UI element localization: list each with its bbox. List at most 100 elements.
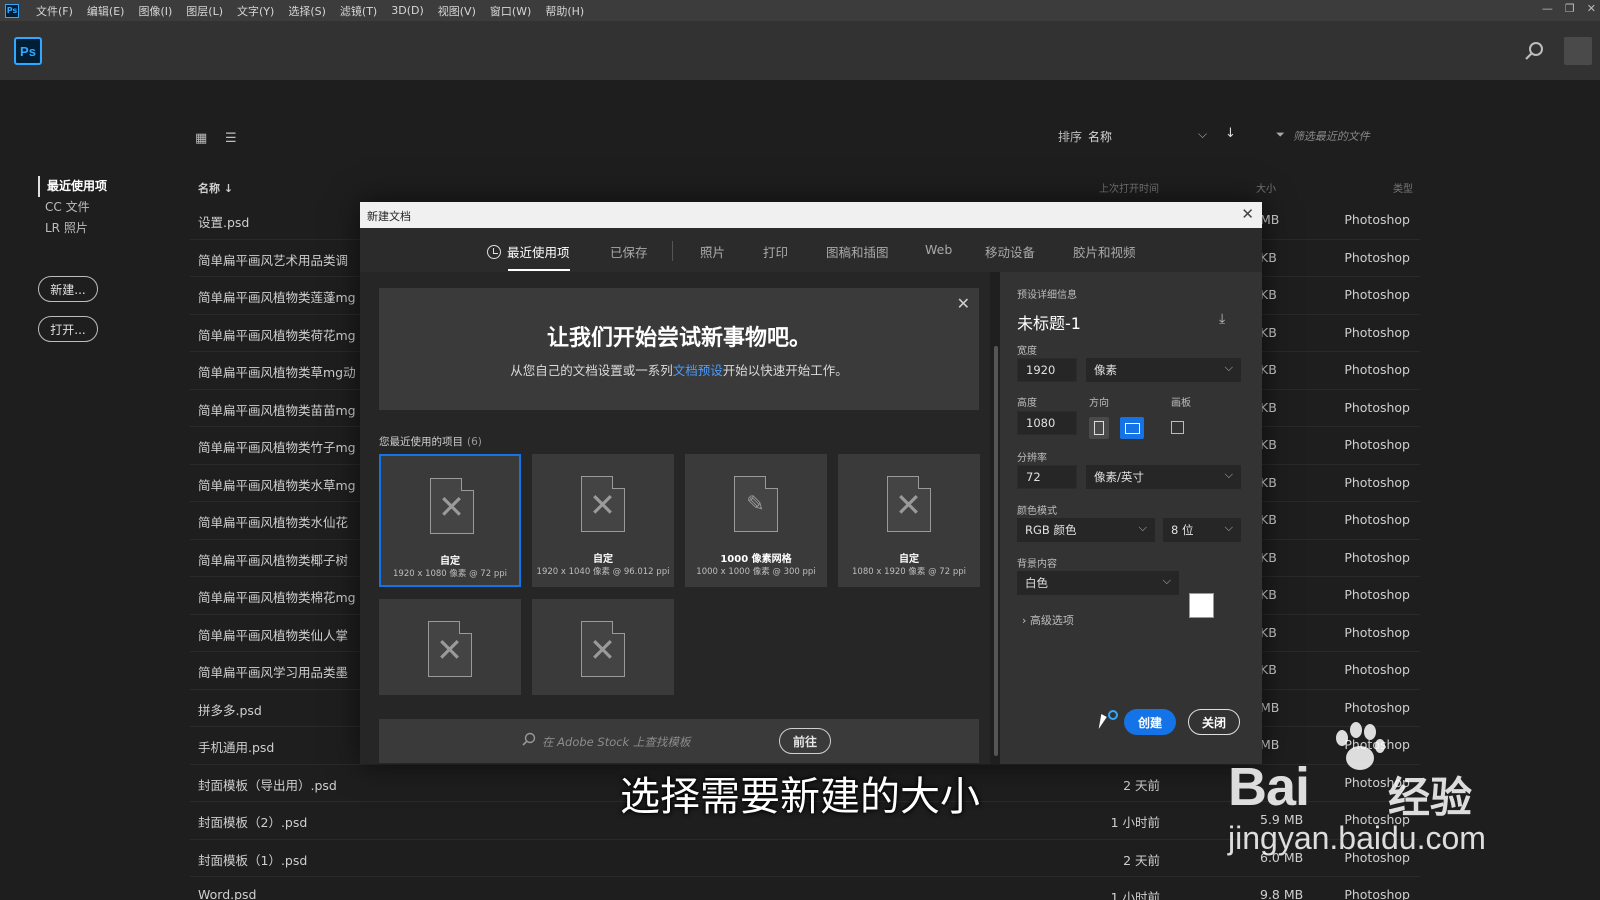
- menu-filter[interactable]: 滤镜(T): [333, 3, 384, 19]
- tab-divider: [672, 241, 673, 261]
- grid-view-icon[interactable]: ▦: [195, 131, 207, 146]
- color-mode-label: 颜色模式: [1017, 506, 1057, 517]
- chevron-down-icon: ⌵: [1224, 361, 1233, 374]
- width-label: 宽度: [1017, 346, 1037, 357]
- watermark-url: jingyan.baidu.com: [1228, 820, 1486, 856]
- clock-icon: [487, 245, 501, 259]
- tab-saved[interactable]: 已保存: [610, 242, 648, 261]
- menu-view[interactable]: 视图(V): [431, 3, 483, 19]
- sidebar-item-cc-files[interactable]: CC 文件: [38, 197, 107, 218]
- tab-mobile[interactable]: 移动设备: [985, 242, 1035, 261]
- advanced-options-toggle[interactable]: › 高级选项: [1022, 612, 1074, 628]
- minimize-icon[interactable]: —: [1542, 2, 1553, 15]
- column-header-type[interactable]: 类型: [1393, 180, 1413, 195]
- avatar[interactable]: [1564, 37, 1592, 65]
- create-button[interactable]: 创建: [1124, 709, 1176, 735]
- resolution-unit-select[interactable]: 像素/英寸 ⌵: [1086, 465, 1241, 489]
- filter-input[interactable]: ⏷ 筛选最近的文件: [1276, 128, 1370, 144]
- document-name[interactable]: 未标题-1: [1017, 310, 1081, 334]
- chevron-down-icon[interactable]: ⌵: [1198, 127, 1207, 142]
- sort-direction-icon[interactable]: ↓: [1225, 126, 1236, 141]
- menu-layer[interactable]: 图层(L): [179, 3, 230, 19]
- watermark-brand: Bai: [1228, 757, 1310, 817]
- close-icon[interactable]: ✕: [957, 294, 970, 313]
- background-select[interactable]: 白色 ⌵: [1017, 571, 1179, 595]
- list-view-icon[interactable]: ☰: [225, 131, 237, 146]
- tab-print[interactable]: 打印: [763, 242, 788, 261]
- filter-placeholder: 筛选最近的文件: [1292, 130, 1370, 143]
- background-label: 背景内容: [1017, 559, 1057, 570]
- new-button[interactable]: 新建...: [38, 276, 98, 302]
- sort-select[interactable]: 名称: [1088, 128, 1208, 145]
- background-color-swatch[interactable]: [1189, 593, 1214, 618]
- close-window-icon[interactable]: ✕: [1587, 2, 1596, 15]
- color-mode-select[interactable]: RGB 颜色 ⌵: [1017, 518, 1155, 542]
- landscape-icon: [1124, 422, 1140, 434]
- tab-art-illustration[interactable]: 图稿和插图: [826, 242, 889, 261]
- restore-icon[interactable]: ❐: [1565, 2, 1575, 15]
- preset-tile[interactable]: ✕: [532, 599, 674, 695]
- menu-edit[interactable]: 编辑(E): [80, 3, 132, 19]
- preset-details-header: 预设详细信息: [1017, 290, 1077, 301]
- tab-film-video[interactable]: 胶片和视频: [1073, 242, 1136, 261]
- preset-tile[interactable]: ✕ 自定 1920 x 1040 像素 @ 96.012 ppi: [532, 454, 674, 587]
- chevron-down-icon: ⌵: [1162, 574, 1171, 587]
- document-presets-link[interactable]: 文档预设: [673, 363, 723, 378]
- menu-window[interactable]: 窗口(W): [483, 3, 538, 19]
- tab-photo[interactable]: 照片: [700, 242, 725, 261]
- active-tab-indicator: [508, 269, 570, 271]
- tab-recent[interactable]: 最近使用项: [487, 242, 570, 261]
- stock-search-input[interactable]: 在 Adobe Stock 上查找模板: [542, 734, 690, 750]
- preset-tile[interactable]: ✕ 自定 1080 x 1920 像素 @ 72 ppi: [838, 454, 980, 587]
- column-header-size[interactable]: 大小: [1256, 180, 1276, 195]
- menu-type[interactable]: 文字(Y): [230, 3, 281, 19]
- recent-items-label: 您最近使用的项目 (6): [379, 436, 482, 448]
- window-controls: — ❐ ✕: [1542, 2, 1596, 15]
- width-field[interactable]: 1920: [1017, 358, 1077, 382]
- resolution-field[interactable]: 72: [1017, 465, 1077, 489]
- menu-3d[interactable]: 3D(D): [384, 4, 431, 17]
- sort-label: 排序: [1058, 130, 1083, 144]
- sidebar-nav: 最近使用项 CC 文件 LR 照片: [38, 176, 107, 239]
- preset-tile[interactable]: ✕ 自定 1920 x 1080 像素 @ 72 ppi: [379, 454, 521, 587]
- menu-select[interactable]: 选择(S): [281, 3, 333, 19]
- height-label: 高度: [1017, 398, 1037, 409]
- blank-document-icon: ✕: [581, 621, 625, 677]
- presets-pane: ✕ 让我们开始尝试新事物吧。 从您自己的文档设置或一系列文档预设开始以快速开始工…: [360, 272, 998, 764]
- chevron-down-icon: ⌵: [1138, 521, 1147, 534]
- ps-app-icon: Ps: [5, 3, 19, 18]
- dialog-titlebar: 新建文档 ✕: [360, 202, 1262, 228]
- table-row[interactable]: Word.psd 1 小时前 9.8 MB Photoshop: [190, 877, 1420, 900]
- search-icon[interactable]: [1524, 40, 1546, 62]
- preset-tile[interactable]: ✕: [379, 599, 521, 695]
- sidebar-item-recent[interactable]: 最近使用项: [38, 176, 107, 197]
- go-button[interactable]: 前往: [779, 728, 831, 754]
- tab-web[interactable]: Web: [925, 242, 952, 257]
- width-unit-select[interactable]: 像素 ⌵: [1086, 358, 1241, 382]
- search-icon: [522, 732, 536, 746]
- open-button[interactable]: 打开...: [38, 316, 98, 342]
- artboard-checkbox[interactable]: [1171, 421, 1184, 434]
- save-preset-icon[interactable]: ⤓: [1219, 311, 1225, 327]
- paw-logo-icon: [1336, 722, 1385, 770]
- new-document-dialog: 新建文档 ✕ 最近使用项 已保存 照片 打印 图稿和插图 Web 移动设备 胶片…: [360, 202, 1262, 764]
- bit-depth-select[interactable]: 8 位 ⌵: [1163, 518, 1241, 542]
- orientation-label: 方向: [1089, 398, 1109, 409]
- scrollbar[interactable]: [994, 346, 998, 756]
- landscape-orientation-button[interactable]: [1120, 417, 1144, 439]
- sidebar-item-lr-photos[interactable]: LR 照片: [38, 218, 107, 239]
- height-field[interactable]: 1080: [1017, 411, 1077, 435]
- portrait-orientation-button[interactable]: [1089, 417, 1109, 439]
- app-header: Ps: [0, 21, 1600, 80]
- menu-image[interactable]: 图像(I): [131, 3, 179, 19]
- portrait-icon: [1094, 421, 1104, 435]
- photoshop-window: Ps 文件(F) 编辑(E) 图像(I) 图层(L) 文字(Y) 选择(S) 滤…: [0, 0, 1600, 900]
- column-header-last-opened[interactable]: 上次打开时间: [1099, 180, 1159, 195]
- column-header-name[interactable]: 名称 ↓: [198, 180, 233, 196]
- preset-tile[interactable]: ✎ 1000 像素网格 1000 x 1000 像素 @ 300 ppi: [685, 454, 827, 587]
- blank-document-icon: ✕: [428, 621, 472, 677]
- close-icon[interactable]: ✕: [1241, 205, 1254, 223]
- preset-tabs: 最近使用项 已保存 照片 打印 图稿和插图 Web 移动设备 胶片和视频: [360, 228, 1262, 272]
- menu-file[interactable]: 文件(F): [29, 3, 80, 19]
- menu-help[interactable]: 帮助(H): [538, 3, 591, 19]
